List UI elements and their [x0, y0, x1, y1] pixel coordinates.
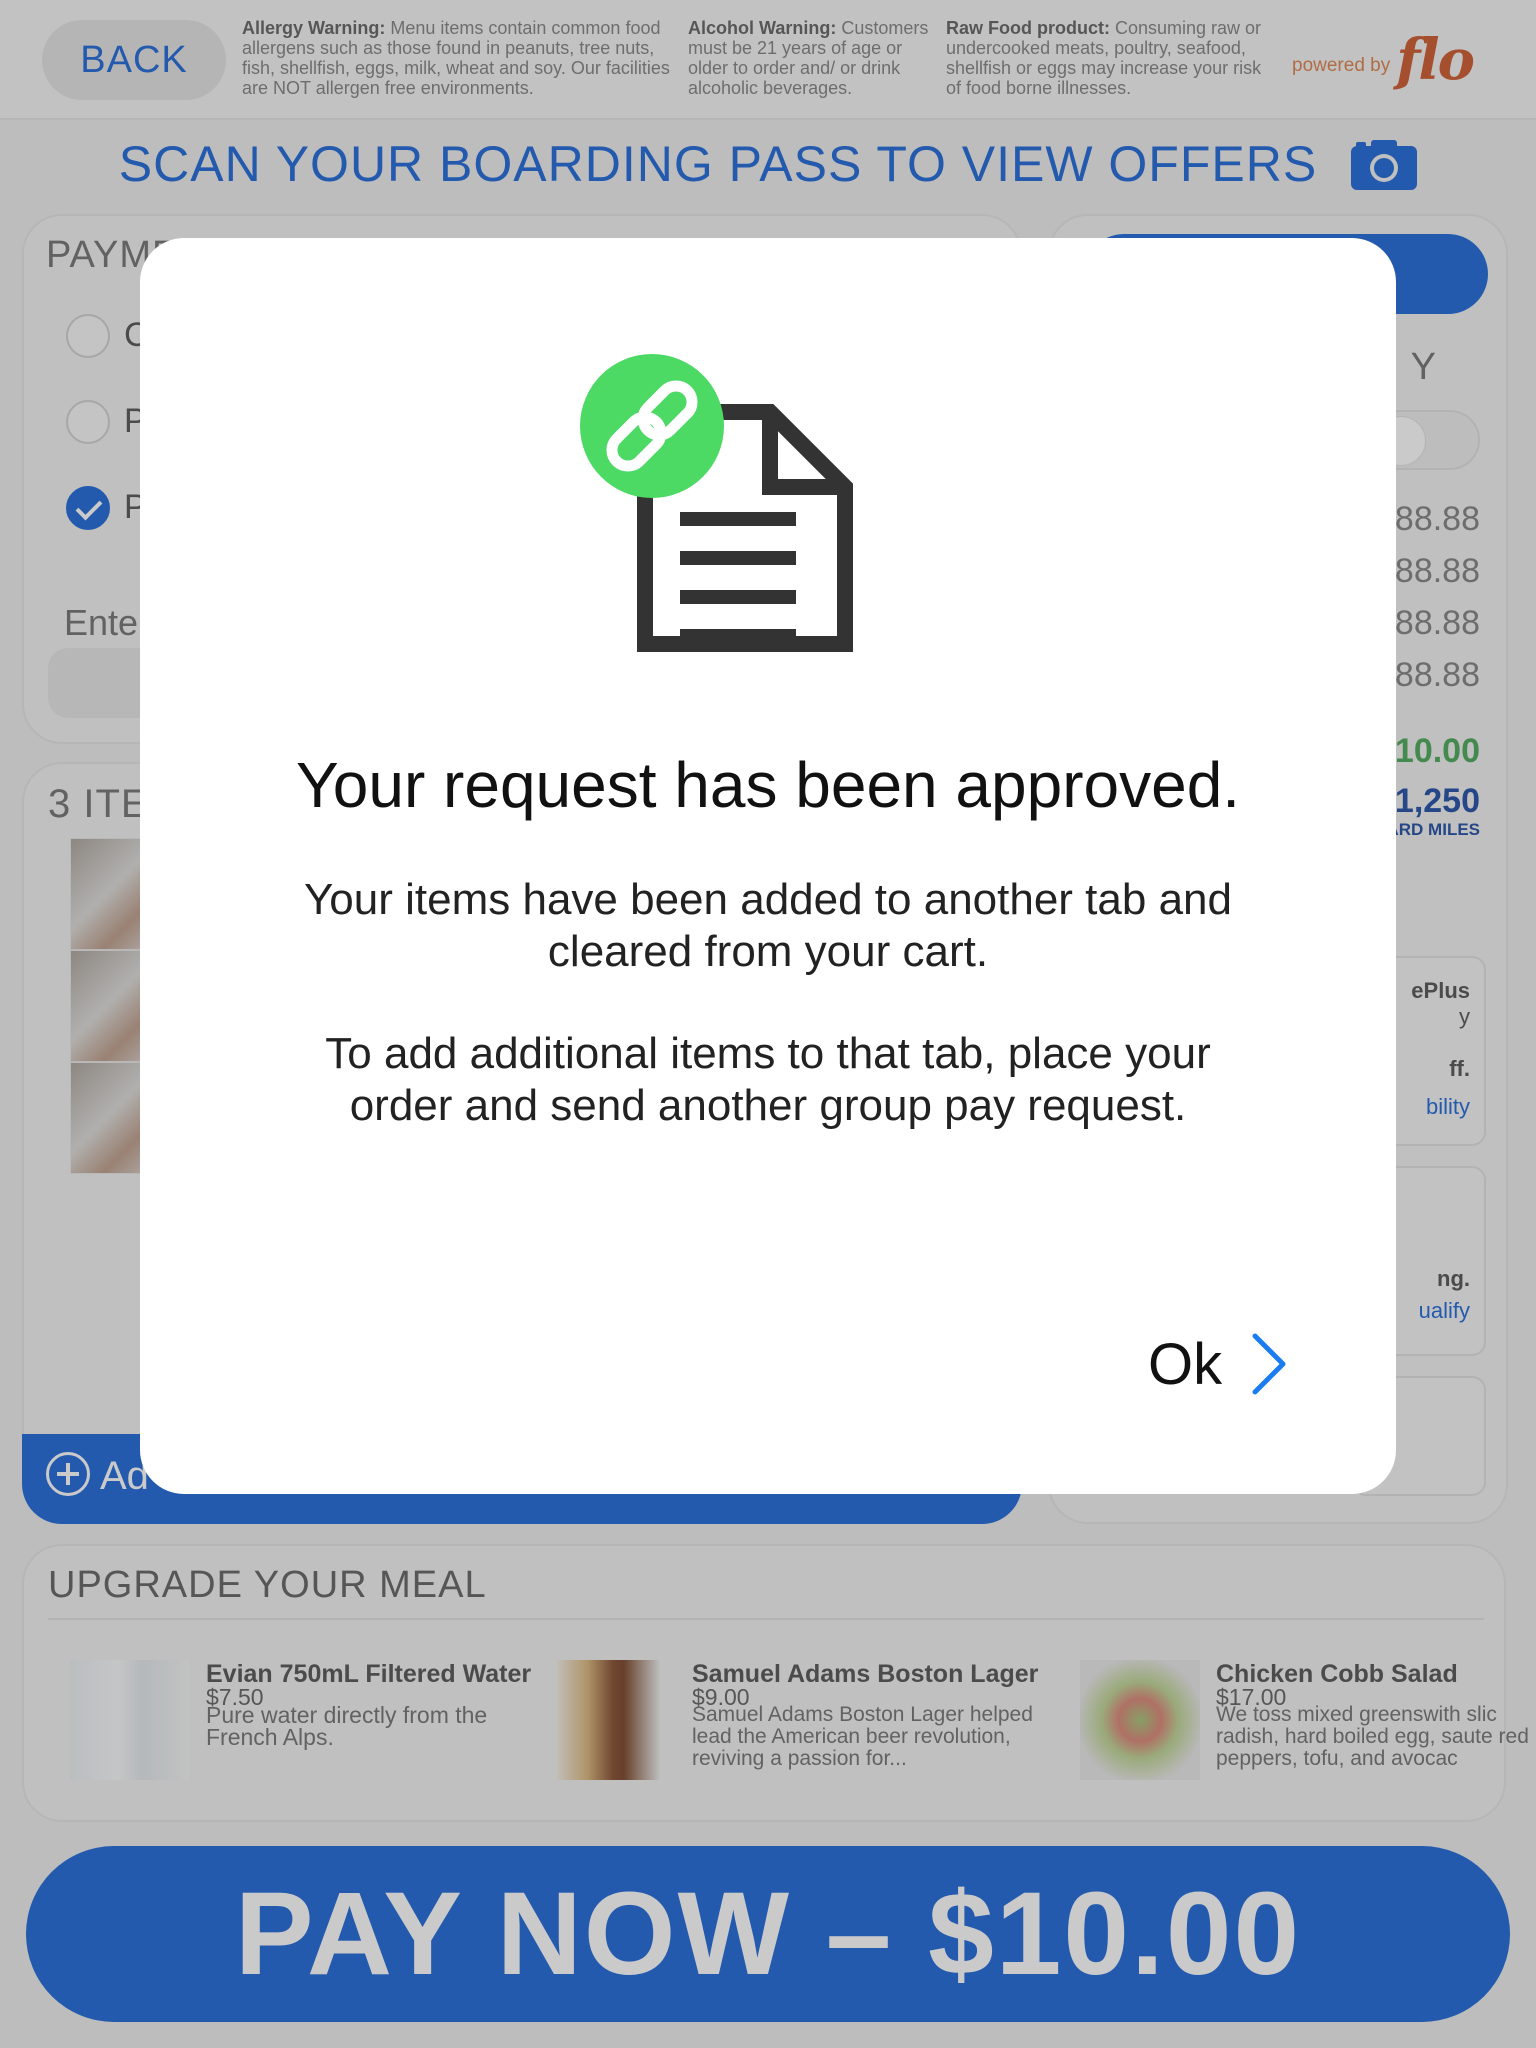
ok-label: Ok — [1148, 1331, 1223, 1397]
linked-document-icon — [580, 354, 853, 652]
chevron-right-icon — [1252, 1333, 1286, 1395]
approval-dialog: Your request has been approved. Your ite… — [140, 238, 1396, 1494]
link-icon — [580, 354, 724, 498]
dialog-message: To add additional items to that tab, pla… — [325, 1029, 1211, 1130]
dialog-title: Your request has been approved. — [295, 749, 1241, 821]
dialog-message: Your items have been added to another ta… — [304, 875, 1232, 976]
ok-button[interactable]: Ok — [1148, 1324, 1328, 1404]
